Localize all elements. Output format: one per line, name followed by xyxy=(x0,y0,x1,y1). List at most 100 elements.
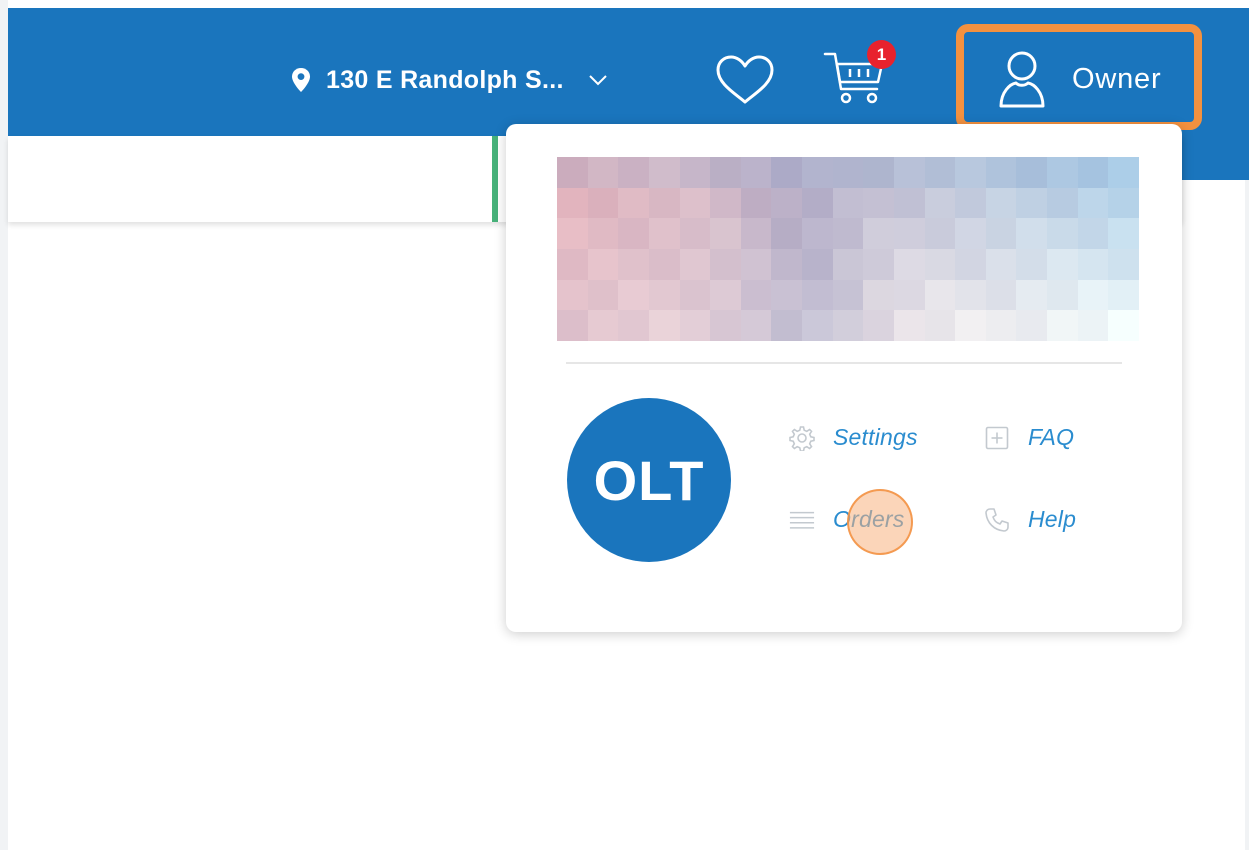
menu-item-label: Help xyxy=(1028,506,1077,532)
banner-pixel xyxy=(863,218,894,249)
banner-pixel xyxy=(802,248,833,280)
banner-pixel xyxy=(1077,279,1109,311)
banner-pixel xyxy=(924,157,956,188)
banner-pixel xyxy=(648,310,680,341)
banner-pixel xyxy=(679,218,711,249)
banner-pixel xyxy=(557,279,588,311)
banner-pixel xyxy=(893,310,925,341)
banner-pixel xyxy=(771,157,803,188)
banner-pixel xyxy=(924,187,956,219)
menu-item-orders[interactable]: Orders xyxy=(789,506,905,533)
user-icon xyxy=(999,51,1045,108)
banner-pixel xyxy=(1016,218,1048,249)
banner-pixel xyxy=(985,187,1017,219)
banner-pixel xyxy=(1047,310,1078,341)
banner-pixel xyxy=(832,187,864,219)
menu-item-faq[interactable]: FAQ xyxy=(984,424,1074,451)
banner-pixel xyxy=(1016,187,1048,219)
banner-pixel xyxy=(587,248,619,280)
banner-pixel xyxy=(648,218,680,249)
banner-pixel xyxy=(1077,157,1109,188)
active-tab-indicator xyxy=(492,136,498,222)
banner-pixel xyxy=(802,279,833,311)
banner-pixel xyxy=(740,310,772,341)
banner-pixel xyxy=(710,310,741,341)
banner-pixel xyxy=(618,248,649,280)
banner-pixel xyxy=(893,157,925,188)
banner-pixel xyxy=(648,157,680,188)
menu-item-help[interactable]: Help xyxy=(984,506,1076,533)
blurred-banner-pixels xyxy=(557,157,1139,341)
banner-pixel xyxy=(1047,187,1078,219)
banner-pixel xyxy=(710,218,741,249)
blurred-banner-image xyxy=(557,157,1139,341)
account-button[interactable]: Owner xyxy=(996,48,1161,110)
banner-pixel xyxy=(771,279,803,311)
user-avatar: OLT xyxy=(567,398,731,562)
banner-pixel xyxy=(802,187,833,219)
banner-pixel xyxy=(924,310,956,341)
banner-pixel xyxy=(924,279,956,311)
gear-icon xyxy=(789,425,815,451)
banner-pixel xyxy=(1108,279,1139,311)
banner-pixel xyxy=(863,248,894,280)
menu-item-settings[interactable]: Settings xyxy=(789,424,918,451)
banner-pixel xyxy=(618,310,649,341)
banner-pixel xyxy=(618,218,649,249)
banner-pixel xyxy=(1016,248,1048,280)
banner-pixel xyxy=(740,187,772,219)
banner-pixel xyxy=(771,248,803,280)
map-pin-icon xyxy=(290,67,312,93)
banner-pixel xyxy=(587,187,619,219)
banner-pixel xyxy=(802,157,833,188)
avatar-initials: OLT xyxy=(593,448,705,512)
menu-item-label: Settings xyxy=(833,424,918,450)
heart-icon xyxy=(716,55,774,104)
account-label: Owner xyxy=(1072,62,1162,95)
banner-pixel xyxy=(1047,157,1078,188)
banner-pixel xyxy=(771,310,803,341)
banner-pixel xyxy=(955,248,986,280)
banner-pixel xyxy=(1016,310,1048,341)
banner-pixel xyxy=(771,218,803,249)
banner-pixel xyxy=(557,157,588,188)
banner-pixel xyxy=(710,187,741,219)
banner-pixel xyxy=(1016,157,1048,188)
cart-count-badge: 1 xyxy=(867,40,896,69)
menu-item-label: Orders xyxy=(833,506,905,532)
banner-pixel xyxy=(863,187,894,219)
cart-button[interactable]: 1 xyxy=(822,40,906,110)
banner-pixel xyxy=(863,157,894,188)
banner-pixel xyxy=(955,218,986,249)
header-extension xyxy=(1182,136,1249,180)
banner-pixel xyxy=(679,310,711,341)
banner-pixel xyxy=(832,218,864,249)
banner-pixel xyxy=(1108,248,1139,280)
location-selector[interactable]: 130 E Randolph S... xyxy=(290,58,610,102)
banner-pixel xyxy=(740,248,772,280)
banner-pixel xyxy=(863,310,894,341)
banner-pixel xyxy=(985,248,1017,280)
banner-pixel xyxy=(832,157,864,188)
banner-pixel xyxy=(1108,310,1139,341)
banner-pixel xyxy=(710,157,741,188)
banner-pixel xyxy=(893,248,925,280)
chevron-down-icon xyxy=(588,73,610,87)
menu-divider xyxy=(566,362,1122,364)
banner-pixel xyxy=(587,279,619,311)
banner-pixel xyxy=(587,310,619,341)
banner-pixel xyxy=(893,187,925,219)
plus-square-icon xyxy=(984,425,1010,451)
banner-pixel xyxy=(557,310,588,341)
account-dropdown-menu: OLT Settings FAQ Orders Help xyxy=(506,124,1182,632)
banner-pixel xyxy=(1016,279,1048,311)
banner-pixel xyxy=(985,310,1017,341)
banner-pixel xyxy=(985,157,1017,188)
phone-icon xyxy=(984,507,1010,533)
right-gutter xyxy=(1245,180,1249,850)
wishlist-button[interactable] xyxy=(714,54,776,106)
banner-pixel xyxy=(893,218,925,249)
banner-pixel xyxy=(863,279,894,311)
banner-pixel xyxy=(557,248,588,280)
banner-pixel xyxy=(1047,279,1078,311)
